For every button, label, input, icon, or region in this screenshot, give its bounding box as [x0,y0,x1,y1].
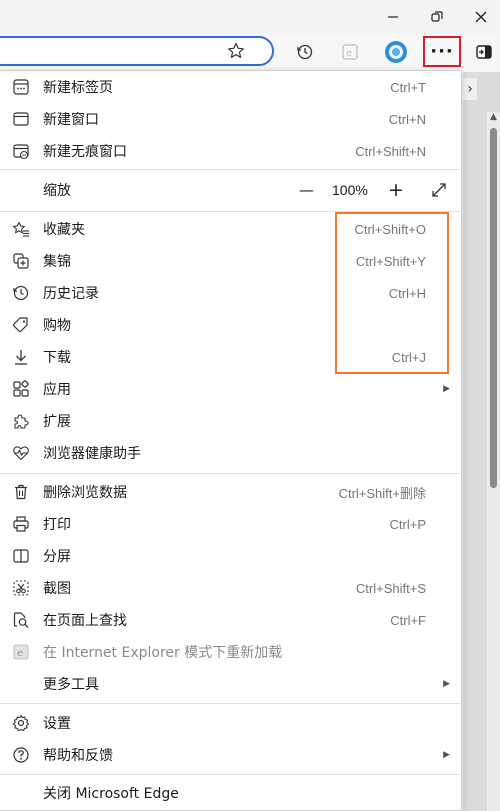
collections-icon [10,250,32,272]
menu-item-label: 购物 [43,318,71,334]
menu-item-label: 在 Internet Explorer 模式下重新加载 [43,645,283,661]
zoom-out-button[interactable]: — [299,181,314,199]
menu-item-label: 更多工具 [43,677,99,693]
menu-item-label: 历史记录 [43,286,99,302]
submenu-arrow-icon: ▶ [443,679,450,689]
gear-icon [10,712,32,734]
menu-item-shortcut: Ctrl+Shift+N [355,143,426,159]
menu-item-clear-browsing-data[interactable]: 删除浏览数据 Ctrl+Shift+删除 [0,476,462,508]
menu-item-shortcut: Ctrl+F [390,612,426,628]
settings-and-more-menu: 新建标签页 Ctrl+T 新建窗口 Ctrl+N 新建无痕窗口 Ctrl+Shi… [0,70,462,811]
menu-item-label: 缩放 [43,183,71,199]
menu-item-shortcut: Ctrl+Shift+删除 [338,485,426,501]
shopping-tag-icon [10,314,32,336]
menu-item-shortcut: Ctrl+P [389,516,426,532]
menu-item-ie-mode-reload: e 在 Internet Explorer 模式下重新加载 [0,636,462,668]
shortcut-highlight-box [335,212,449,374]
menu-item-label: 设置 [43,716,71,732]
zoom-in-button[interactable]: + [388,179,404,201]
printer-icon [10,513,32,535]
menu-separator [0,473,462,474]
menu-item-label: 浏览器健康助手 [43,446,141,462]
heart-pulse-icon [10,442,32,464]
more-icon: ··· [430,41,454,62]
menu-item-more-tools[interactable]: 更多工具 ▶ [0,668,462,700]
help-question-icon [10,744,32,766]
menu-separator [0,703,462,704]
menu-item-label: 下载 [43,350,71,366]
svg-text:e: e [17,648,23,659]
menu-item-label: 集锦 [43,254,71,270]
split-screen-icon [10,545,32,567]
menu-item-label: 关闭 Microsoft Edge [43,786,179,802]
inprivate-window-icon [10,140,32,162]
zoom-level-value: 100% [332,182,368,198]
menu-separator [0,169,462,170]
restore-icon [431,11,443,22]
menu-item-shortcut: Ctrl+T [390,79,426,95]
settings-and-more-button[interactable]: ··· [423,36,461,67]
ie-mode-icon: e [10,641,32,663]
menu-item-extensions[interactable]: 扩展 [0,405,462,437]
submenu-arrow-icon: ▶ [443,384,450,394]
download-icon [10,346,32,368]
chevron-right-icon[interactable]: › [463,78,477,100]
sidebar-toggle-icon[interactable] [470,38,498,66]
favorites-icon [10,218,32,240]
menu-item-new-inprivate[interactable]: 新建无痕窗口 Ctrl+Shift+N [0,135,462,167]
menu-item-label: 截图 [43,581,71,597]
menu-item-new-window[interactable]: 新建窗口 Ctrl+N [0,103,462,135]
menu-item-label: 新建窗口 [43,112,99,128]
close-window-button[interactable] [468,4,494,30]
menu-item-shortcut: Ctrl+N [388,111,426,127]
menu-item-help-feedback[interactable]: 帮助和反馈 ▶ [0,739,462,771]
menu-item-apps[interactable]: 应用 ▶ [0,373,462,405]
menu-item-shortcut: Ctrl+Shift+S [355,580,426,596]
menu-item-label: 在页面上查找 [43,613,127,629]
menu-item-screenshot[interactable]: 截图 Ctrl+Shift+S [0,572,462,604]
menu-item-find-on-page[interactable]: 在页面上查找 Ctrl+F [0,604,462,636]
menu-item-label: 收藏夹 [43,222,85,238]
favorite-star-icon[interactable] [222,37,250,65]
menu-item-label: 新建标签页 [43,80,113,96]
profile-avatar-icon[interactable] [382,38,410,66]
extensions-puzzle-icon [10,410,32,432]
menu-item-browser-essentials[interactable]: 浏览器健康助手 [0,437,462,469]
svg-text:e: e [346,48,352,59]
menu-item-label: 分屏 [43,549,71,565]
menu-item-split-screen[interactable]: 分屏 [0,540,462,572]
menu-item-zoom: 缩放 — 100% + [0,173,462,207]
menu-item-label: 应用 [43,382,71,398]
scroll-up-arrow-icon[interactable]: ▲ [488,112,499,124]
scrollbar-thumb[interactable] [490,128,497,488]
fullscreen-icon[interactable] [428,179,450,201]
menu-item-new-tab[interactable]: 新建标签页 Ctrl+T [0,71,462,103]
close-icon [475,11,487,23]
find-on-page-icon [10,609,32,631]
history-toolbar-icon[interactable] [291,38,319,66]
title-bar [0,0,500,34]
history-icon [10,282,32,304]
address-bar[interactable] [0,36,274,66]
menu-item-label: 新建无痕窗口 [43,144,127,160]
restore-button[interactable] [424,4,450,30]
trash-icon [10,481,32,503]
menu-item-label: 打印 [43,517,71,533]
menu-item-close-edge[interactable]: 关闭 Microsoft Edge [0,777,462,809]
menu-item-print[interactable]: 打印 Ctrl+P [0,508,462,540]
menu-separator [0,774,462,775]
new-tab-icon [10,76,32,98]
screenshot-scissors-icon [10,577,32,599]
apps-icon [10,378,32,400]
ie-mode-toolbar-icon[interactable]: e [336,38,364,66]
submenu-arrow-icon: ▶ [443,750,450,760]
menu-item-label: 删除浏览数据 [43,485,127,501]
menu-item-label: 扩展 [43,414,71,430]
menu-item-label: 帮助和反馈 [43,748,113,764]
menu-item-settings[interactable]: 设置 [0,707,462,739]
new-window-icon [10,108,32,130]
minimize-icon [388,16,398,18]
minimize-button[interactable] [380,4,406,30]
